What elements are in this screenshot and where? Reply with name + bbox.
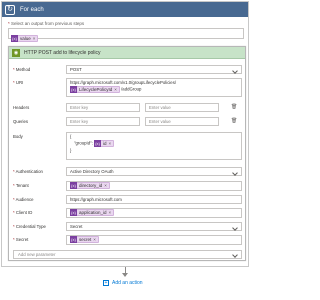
add-action-icon: + <box>103 280 109 286</box>
globe-icon: ◉ <box>12 48 20 57</box>
uri-label: * URI <box>13 80 24 85</box>
authentication-select[interactable]: Active Directory OAuth <box>66 167 242 176</box>
for-each-title: For each <box>20 6 44 13</box>
trash-icon[interactable]: 🗑 <box>231 118 237 124</box>
queries-key-input[interactable]: Enter key <box>66 117 140 126</box>
connector-arrow-icon <box>122 273 128 277</box>
client-id-field[interactable]: {x} application_id × <box>66 208 242 218</box>
authentication-label: * Authentication <box>13 169 43 174</box>
expression-icon: {x} <box>70 86 77 93</box>
http-action-header[interactable]: ◉ HTTP POST add to lifecycle policy <box>9 47 245 59</box>
remove-token-icon[interactable]: × <box>114 87 117 92</box>
credential-type-label: * Credential Type <box>13 224 46 229</box>
headers-key-input[interactable]: Enter key <box>66 103 140 112</box>
loop-icon: ↻ <box>5 4 15 15</box>
headers-label: Headers <box>13 105 30 110</box>
tenant-label: * Tenant <box>13 183 29 188</box>
select-output-input[interactable]: {x} value × <box>8 28 244 43</box>
body-field[interactable]: { "groupId": {x} id × } <box>66 132 242 160</box>
lifecycle-policy-token[interactable]: {x} LifecyclePolicyId × <box>70 86 120 93</box>
tenant-field[interactable]: {x} directory_id × <box>66 181 242 191</box>
trash-icon[interactable]: 🗑 <box>231 104 237 110</box>
expression-icon: {x} <box>94 140 102 147</box>
select-output-label: * Select an output from previous steps <box>8 21 85 26</box>
secret-field[interactable]: {x} secret × <box>66 235 242 245</box>
id-token[interactable]: {x} id × <box>94 140 115 147</box>
http-action-title: HTTP POST add to lifecycle policy <box>24 49 101 56</box>
remove-token-icon[interactable]: × <box>93 237 96 242</box>
remove-token-icon[interactable]: × <box>104 183 107 188</box>
expression-icon: {x} <box>70 209 77 216</box>
audience-field[interactable]: https://graph.microsoft.com <box>66 195 242 204</box>
add-action-button[interactable]: + Add an action <box>103 280 143 286</box>
value-token[interactable]: {x} value × <box>11 35 39 43</box>
secret-token[interactable]: {x} secret × <box>70 236 99 243</box>
expression-icon: {x} <box>70 236 77 243</box>
queries-label: Queries <box>13 119 29 124</box>
remove-token-icon[interactable]: × <box>33 36 36 41</box>
application-id-token[interactable]: {x} application_id × <box>70 209 115 216</box>
secret-label: * Secret <box>13 237 29 242</box>
http-action-card: ◉ HTTP POST add to lifecycle policy * Me… <box>8 46 246 261</box>
expression-icon: {x} <box>11 35 18 43</box>
add-new-parameter-select[interactable]: Add new parameter <box>13 250 242 259</box>
expression-icon: {x} <box>70 182 77 189</box>
directory-id-token[interactable]: {x} directory_id × <box>70 182 110 189</box>
audience-label: * Audience <box>13 197 34 202</box>
credential-type-select[interactable]: Secret <box>66 222 242 231</box>
uri-field[interactable]: https://graph.microsoft.com/v1.0/groupLi… <box>66 78 242 97</box>
headers-value-input[interactable]: Enter value <box>145 103 219 112</box>
for-each-header[interactable]: ↻ For each <box>2 2 248 17</box>
body-label: Body <box>13 134 23 139</box>
queries-value-input[interactable]: Enter value <box>145 117 219 126</box>
remove-token-icon[interactable]: × <box>109 210 112 215</box>
remove-token-icon[interactable]: × <box>109 141 112 146</box>
client-id-label: * Client ID <box>13 210 33 215</box>
method-select[interactable]: POST <box>66 65 242 74</box>
method-label: * Method <box>13 67 31 72</box>
for-each-container: ↻ For each * Select an output from previ… <box>1 1 249 267</box>
